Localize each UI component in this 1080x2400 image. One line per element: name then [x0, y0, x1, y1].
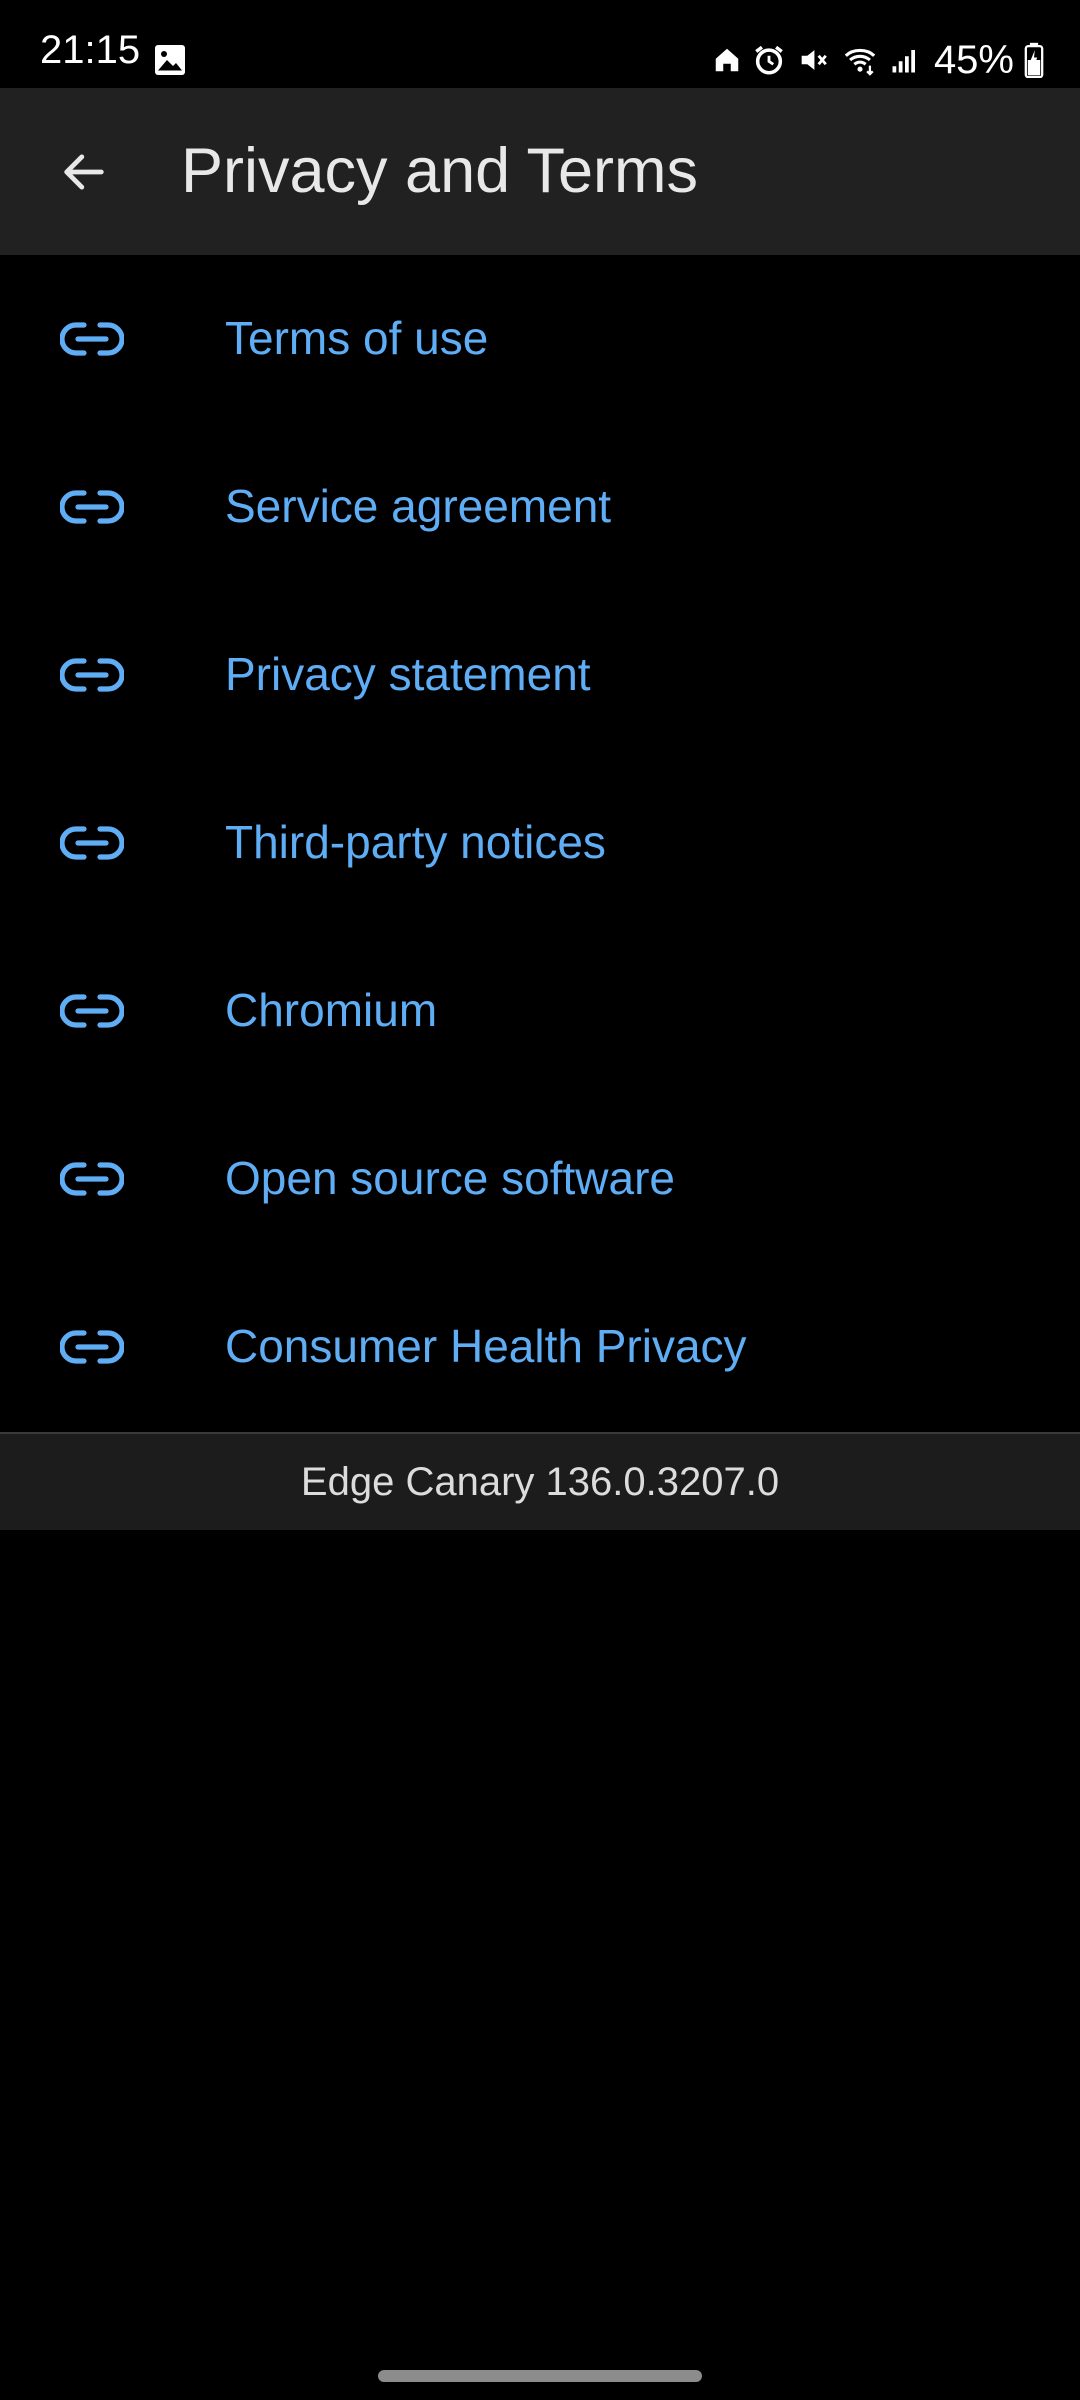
- link-item-chromium[interactable]: Chromium: [0, 927, 1080, 1095]
- wifi-icon: [844, 48, 876, 76]
- link-label: Chromium: [225, 984, 438, 1036]
- link-icon: [60, 490, 124, 524]
- link-icon: [60, 1162, 124, 1196]
- link-label: Consumer Health Privacy: [225, 1320, 747, 1372]
- link-label: Open source software: [225, 1152, 676, 1204]
- link-item-consumer-health-privacy[interactable]: Consumer Health Privacy: [0, 1263, 1080, 1431]
- link-item-privacy-statement[interactable]: Privacy statement: [0, 591, 1080, 759]
- status-time: 21:15: [40, 28, 141, 72]
- link-label: Terms of use: [225, 312, 489, 364]
- link-list: Terms of use Service agreement Privacy s…: [0, 255, 1080, 1431]
- app-bar: Privacy and Terms: [0, 88, 1080, 255]
- link-item-service-agreement[interactable]: Service agreement: [0, 423, 1080, 591]
- home-indicator[interactable]: [378, 2370, 702, 2382]
- link-icon: [60, 322, 124, 356]
- link-label: Third-party notices: [225, 816, 606, 868]
- image-icon: [155, 45, 185, 75]
- back-button[interactable]: [40, 140, 128, 204]
- link-icon: [60, 994, 124, 1028]
- link-item-terms-of-use[interactable]: Terms of use: [0, 255, 1080, 423]
- status-bar: 21:15 45%: [0, 0, 1080, 88]
- alarm-icon: [755, 45, 783, 75]
- home-icon: [715, 48, 739, 72]
- signal-icon: [892, 50, 915, 73]
- version-bar: Edge Canary 136.0.3207.0: [0, 1432, 1080, 1530]
- battery-percent: 45%: [933, 38, 1014, 82]
- link-label: Privacy statement: [225, 648, 591, 700]
- version-text: Edge Canary 136.0.3207.0: [300, 1459, 780, 1504]
- battery-icon: [1024, 42, 1044, 78]
- arrow-left-icon: [64, 154, 104, 190]
- link-item-third-party-notices[interactable]: Third-party notices: [0, 759, 1080, 927]
- mute-icon: [801, 50, 827, 70]
- link-label: Service agreement: [225, 480, 612, 532]
- link-icon: [60, 1330, 124, 1364]
- link-icon: [60, 658, 124, 692]
- link-icon: [60, 826, 124, 860]
- page-title: Privacy and Terms: [181, 136, 699, 206]
- screen: 21:15 45% Privacy and Terms Terms of use…: [0, 0, 1080, 2400]
- link-item-open-source-software[interactable]: Open source software: [0, 1095, 1080, 1263]
- status-icons: 45%: [712, 36, 1044, 84]
